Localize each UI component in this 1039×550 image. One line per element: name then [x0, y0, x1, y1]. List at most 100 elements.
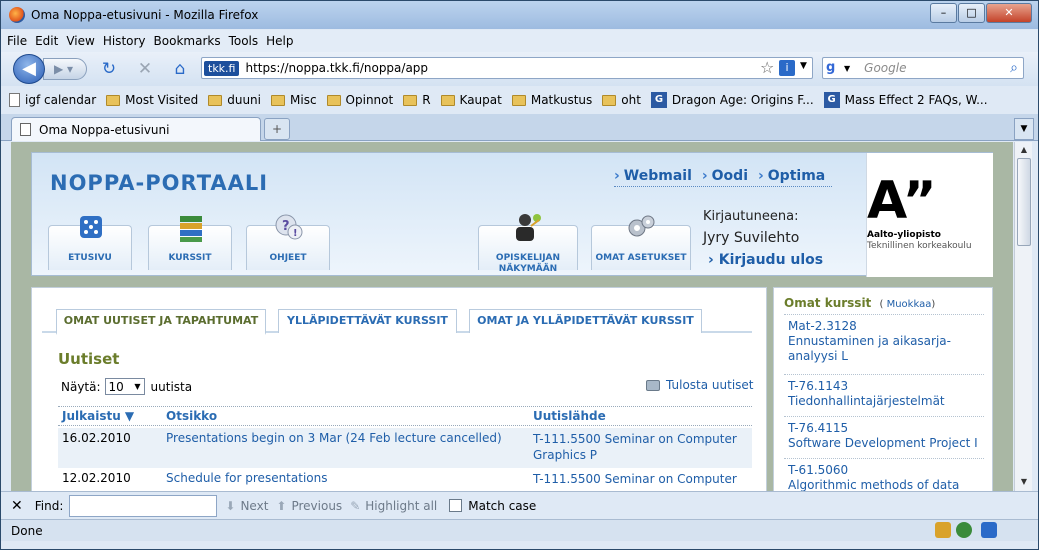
minimize-button[interactable]: –	[930, 3, 957, 23]
stop-icon[interactable]: ✕	[135, 59, 155, 79]
search-icon[interactable]: ⌕	[1010, 60, 1018, 76]
url-text[interactable]: https://noppa.tkk.fi/noppa/app	[245, 61, 428, 75]
link-optima[interactable]: Optima	[758, 168, 825, 184]
firefox-icon	[9, 7, 25, 23]
addon-icon[interactable]	[956, 522, 972, 538]
bookmark-dragon-age[interactable]: G Dragon Age: Origins F...	[650, 92, 814, 108]
chevron-down-icon[interactable]: ▼	[800, 61, 807, 71]
bookmark-r[interactable]: R	[403, 93, 431, 107]
menu-bar: File Edit View History Bookmarks Tools H…	[1, 30, 1038, 52]
col-source[interactable]: Uutislähde	[533, 409, 606, 423]
student-icon	[516, 214, 541, 241]
link-oodi[interactable]: Oodi	[702, 168, 748, 184]
status-bar: Done	[1, 519, 1038, 541]
forward-button[interactable]: ▶ ▾	[43, 58, 87, 80]
search-placeholder[interactable]: Google	[864, 61, 906, 75]
col-title[interactable]: Otsikko	[166, 409, 217, 423]
nav-ohjeet[interactable]: ?! OHJEET	[246, 214, 330, 270]
back-button[interactable]: ◀	[13, 54, 45, 84]
col-published[interactable]: Julkaistu ▼	[62, 409, 134, 423]
close-window-button[interactable]: ✕	[986, 3, 1032, 23]
table-row: 12.02.2010 Schedule for presentations T-…	[58, 468, 752, 491]
bookmark-most-visited[interactable]: Most Visited	[106, 93, 198, 107]
menu-file[interactable]: File	[7, 34, 27, 48]
news-source-link[interactable]: T-111.5500 Seminar on Computer	[533, 471, 748, 487]
bookmark-misc[interactable]: Misc	[271, 93, 317, 107]
star-icon[interactable]: ☆	[760, 58, 774, 77]
home-icon[interactable]: ⌂	[170, 59, 190, 79]
extension-icon[interactable]	[981, 522, 997, 538]
title-bar: Oma Noppa-etusivuni - Mozilla Firefox	[1, 1, 1038, 29]
bookmark-kaupat[interactable]: Kaupat	[440, 93, 502, 107]
close-find-icon[interactable]: ✕	[11, 498, 23, 514]
course-item[interactable]: Mat-2.3128 Ennustaminen ja aikasarja-ana…	[784, 314, 984, 374]
news-date: 12.02.2010	[62, 471, 131, 485]
bookmark-mass-effect[interactable]: G Mass Effect 2 FAQs, W...	[823, 92, 988, 108]
edit-courses-link[interactable]: Muokkaa	[887, 299, 932, 310]
nav-student-view[interactable]: OPISKELIJAN NÄKYMÄÄN	[478, 214, 578, 274]
tab-list-button[interactable]: ▼	[1014, 118, 1034, 140]
show-count-select[interactable]: 10 ▼	[104, 378, 145, 395]
bookmark-duuni[interactable]: duuni	[208, 93, 261, 107]
menu-tools[interactable]: Tools	[229, 34, 259, 48]
menu-edit[interactable]: Edit	[35, 34, 58, 48]
reload-icon[interactable]: ↻	[99, 59, 119, 79]
tab-own-and-maintained[interactable]: OMAT JA YLLÄPIDETTÄVÄT KURSSIT	[469, 309, 702, 333]
logout-link[interactable]: Kirjaudu ulos	[708, 252, 823, 268]
google-icon[interactable]: g	[826, 60, 842, 76]
page-icon	[9, 93, 20, 107]
maximize-button[interactable]: □	[958, 3, 985, 23]
course-item[interactable]: T-61.5060 Algorithmic methods of data	[784, 458, 984, 491]
content-tabs: OMAT UUTISET JA TAPAHTUMAT YLLÄPIDETTÄVÄ…	[42, 308, 752, 335]
nav-etusivu[interactable]: ETUSIVU	[48, 216, 132, 270]
print-news-link[interactable]: Tulosta uutiset	[646, 378, 754, 392]
tab-maintained-courses[interactable]: YLLÄPIDETTÄVÄT KURSSIT	[278, 309, 457, 333]
link-webmail[interactable]: Webmail	[614, 168, 692, 184]
tab-title: Oma Noppa-etusivuni	[39, 122, 170, 137]
arrow-down-icon: ⬇	[225, 498, 236, 513]
printer-icon	[646, 379, 660, 391]
tab-own-news[interactable]: OMAT UUTISET JA TAPAHTUMAT	[56, 309, 266, 335]
site-identity-badge[interactable]: tkk.fi	[204, 60, 240, 76]
bookmark-oht[interactable]: oht	[602, 93, 641, 107]
folder-icon	[208, 94, 223, 106]
my-courses-panel: Omat kurssit ( Muokkaa) Mat-2.3128 Ennus…	[773, 287, 993, 491]
find-next-button[interactable]: ⬇ Next	[225, 499, 268, 513]
course-item[interactable]: T-76.1143 Tiedonhallintajärjestelmät	[784, 374, 984, 416]
news-source-link[interactable]: T-111.5500 Seminar on Computer Graphics …	[533, 431, 748, 463]
show-count: Näytä: 10 ▼ uutista	[61, 378, 192, 395]
scroll-thumb[interactable]	[1017, 158, 1031, 246]
gamefaqs-icon: G	[650, 92, 667, 108]
logged-in-label: Kirjautuneena:	[703, 209, 799, 224]
bookmark-igf-calendar[interactable]: igf calendar	[9, 93, 96, 107]
tab-noppa[interactable]: Oma Noppa-etusivuni	[11, 117, 261, 141]
search-bar[interactable]: g ▼ Google ⌕	[822, 57, 1024, 79]
nav-own-settings[interactable]: OMAT ASETUKSET	[591, 215, 691, 270]
lock-icon[interactable]	[935, 522, 951, 538]
match-case-checkbox[interactable]	[449, 499, 463, 512]
nav-kurssit[interactable]: KURSSIT	[148, 216, 232, 270]
news-heading: Uutiset	[58, 350, 120, 368]
new-tab-button[interactable]: +	[264, 118, 290, 140]
bookmark-opinnot[interactable]: Opinnot	[326, 93, 393, 107]
top-links: Webmail Oodi Optima	[614, 168, 832, 187]
bookmark-matkustus[interactable]: Matkustus	[511, 93, 592, 107]
page-scrollbar[interactable]: ▲ ▼	[1014, 142, 1032, 491]
scroll-down-icon[interactable]: ▼	[1016, 475, 1032, 489]
highlight-all-button[interactable]: ✎ Highlight all	[350, 499, 437, 513]
menu-help[interactable]: Help	[266, 34, 293, 48]
my-courses-heading: Omat kurssit ( Muokkaa)	[784, 296, 936, 310]
info-icon[interactable]: i	[779, 60, 795, 76]
news-title-link[interactable]: Schedule for presentations	[166, 471, 327, 485]
chevron-down-icon[interactable]: ▼	[844, 64, 850, 73]
menu-history[interactable]: History	[103, 34, 146, 48]
address-bar[interactable]: tkk.fi https://noppa.tkk.fi/noppa/app ☆ …	[201, 57, 813, 79]
menu-view[interactable]: View	[66, 34, 94, 48]
match-case-label: Match case	[468, 498, 537, 513]
find-input[interactable]	[69, 494, 218, 517]
find-previous-button[interactable]: ⬆ Previous	[276, 499, 342, 513]
menu-bookmarks[interactable]: Bookmarks	[154, 34, 221, 48]
news-title-link[interactable]: Presentations begin on 3 Mar (24 Feb lec…	[166, 431, 502, 445]
course-item[interactable]: T-76.4115 Software Development Project I	[784, 416, 984, 458]
scroll-up-icon[interactable]: ▲	[1016, 143, 1032, 157]
